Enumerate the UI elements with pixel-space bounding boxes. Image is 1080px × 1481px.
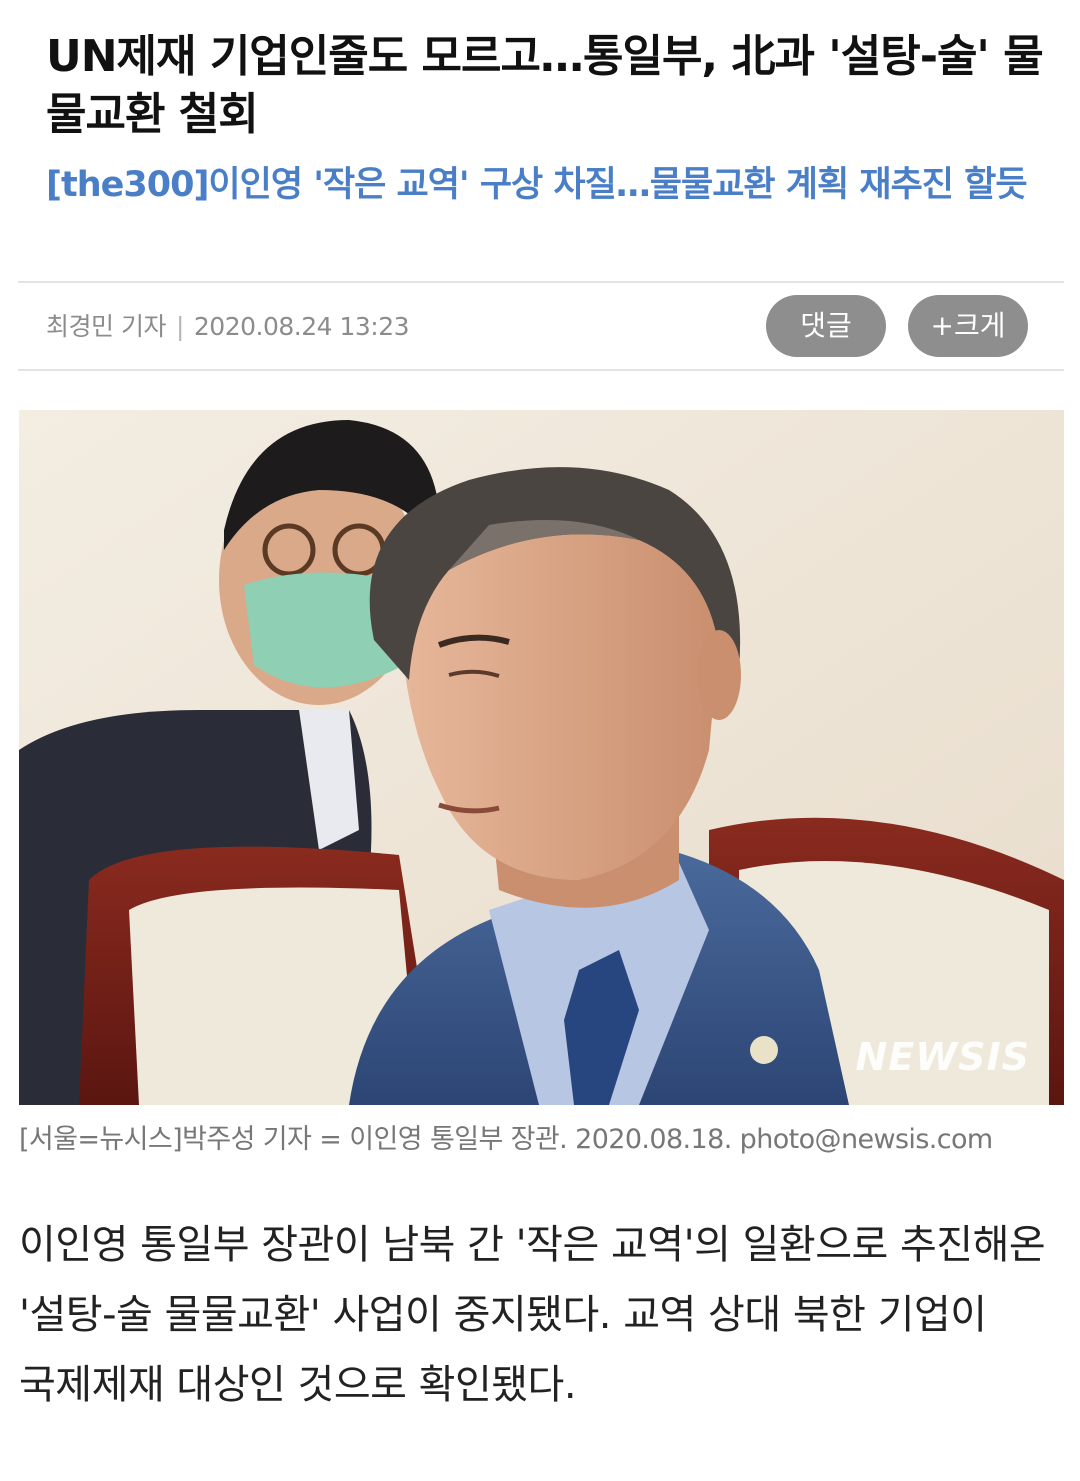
article-byline: 최경민 기자 | 2020.08.24 13:23 — [46, 305, 410, 349]
reporter-name: 최경민 기자 — [46, 312, 166, 341]
article-subheadline: [the300]이인영 '작은 교역' 구상 차질…물물교환 계획 재추진 할듯 — [46, 165, 1028, 205]
article-photo: NEWSIS — [19, 410, 1064, 1105]
byline-separator: | — [175, 312, 184, 341]
photo-illustration — [19, 410, 1064, 1105]
font-size-button[interactable]: +크게 — [908, 295, 1028, 357]
photo-caption: [서울=뉴시스]박주성 기자 = 이인영 통일부 장관. 2020.08.18.… — [19, 1124, 993, 1155]
newsis-watermark: NEWSIS — [855, 1035, 1030, 1079]
article-body-paragraph: 이인영 통일부 장관이 남북 간 '작은 교역'의 일환으로 추진해온 '설탕-… — [19, 1222, 1046, 1408]
byline-bottom-divider — [18, 369, 1064, 371]
article-headline: UN제재 기업인줄도 모르고…통일부, 北과 '설탕-술' 물물교환 철회 — [46, 31, 1044, 140]
publish-datetime: 2020.08.24 13:23 — [193, 312, 410, 341]
comment-button[interactable]: 댓글 — [766, 295, 886, 357]
byline-top-divider — [18, 281, 1064, 283]
